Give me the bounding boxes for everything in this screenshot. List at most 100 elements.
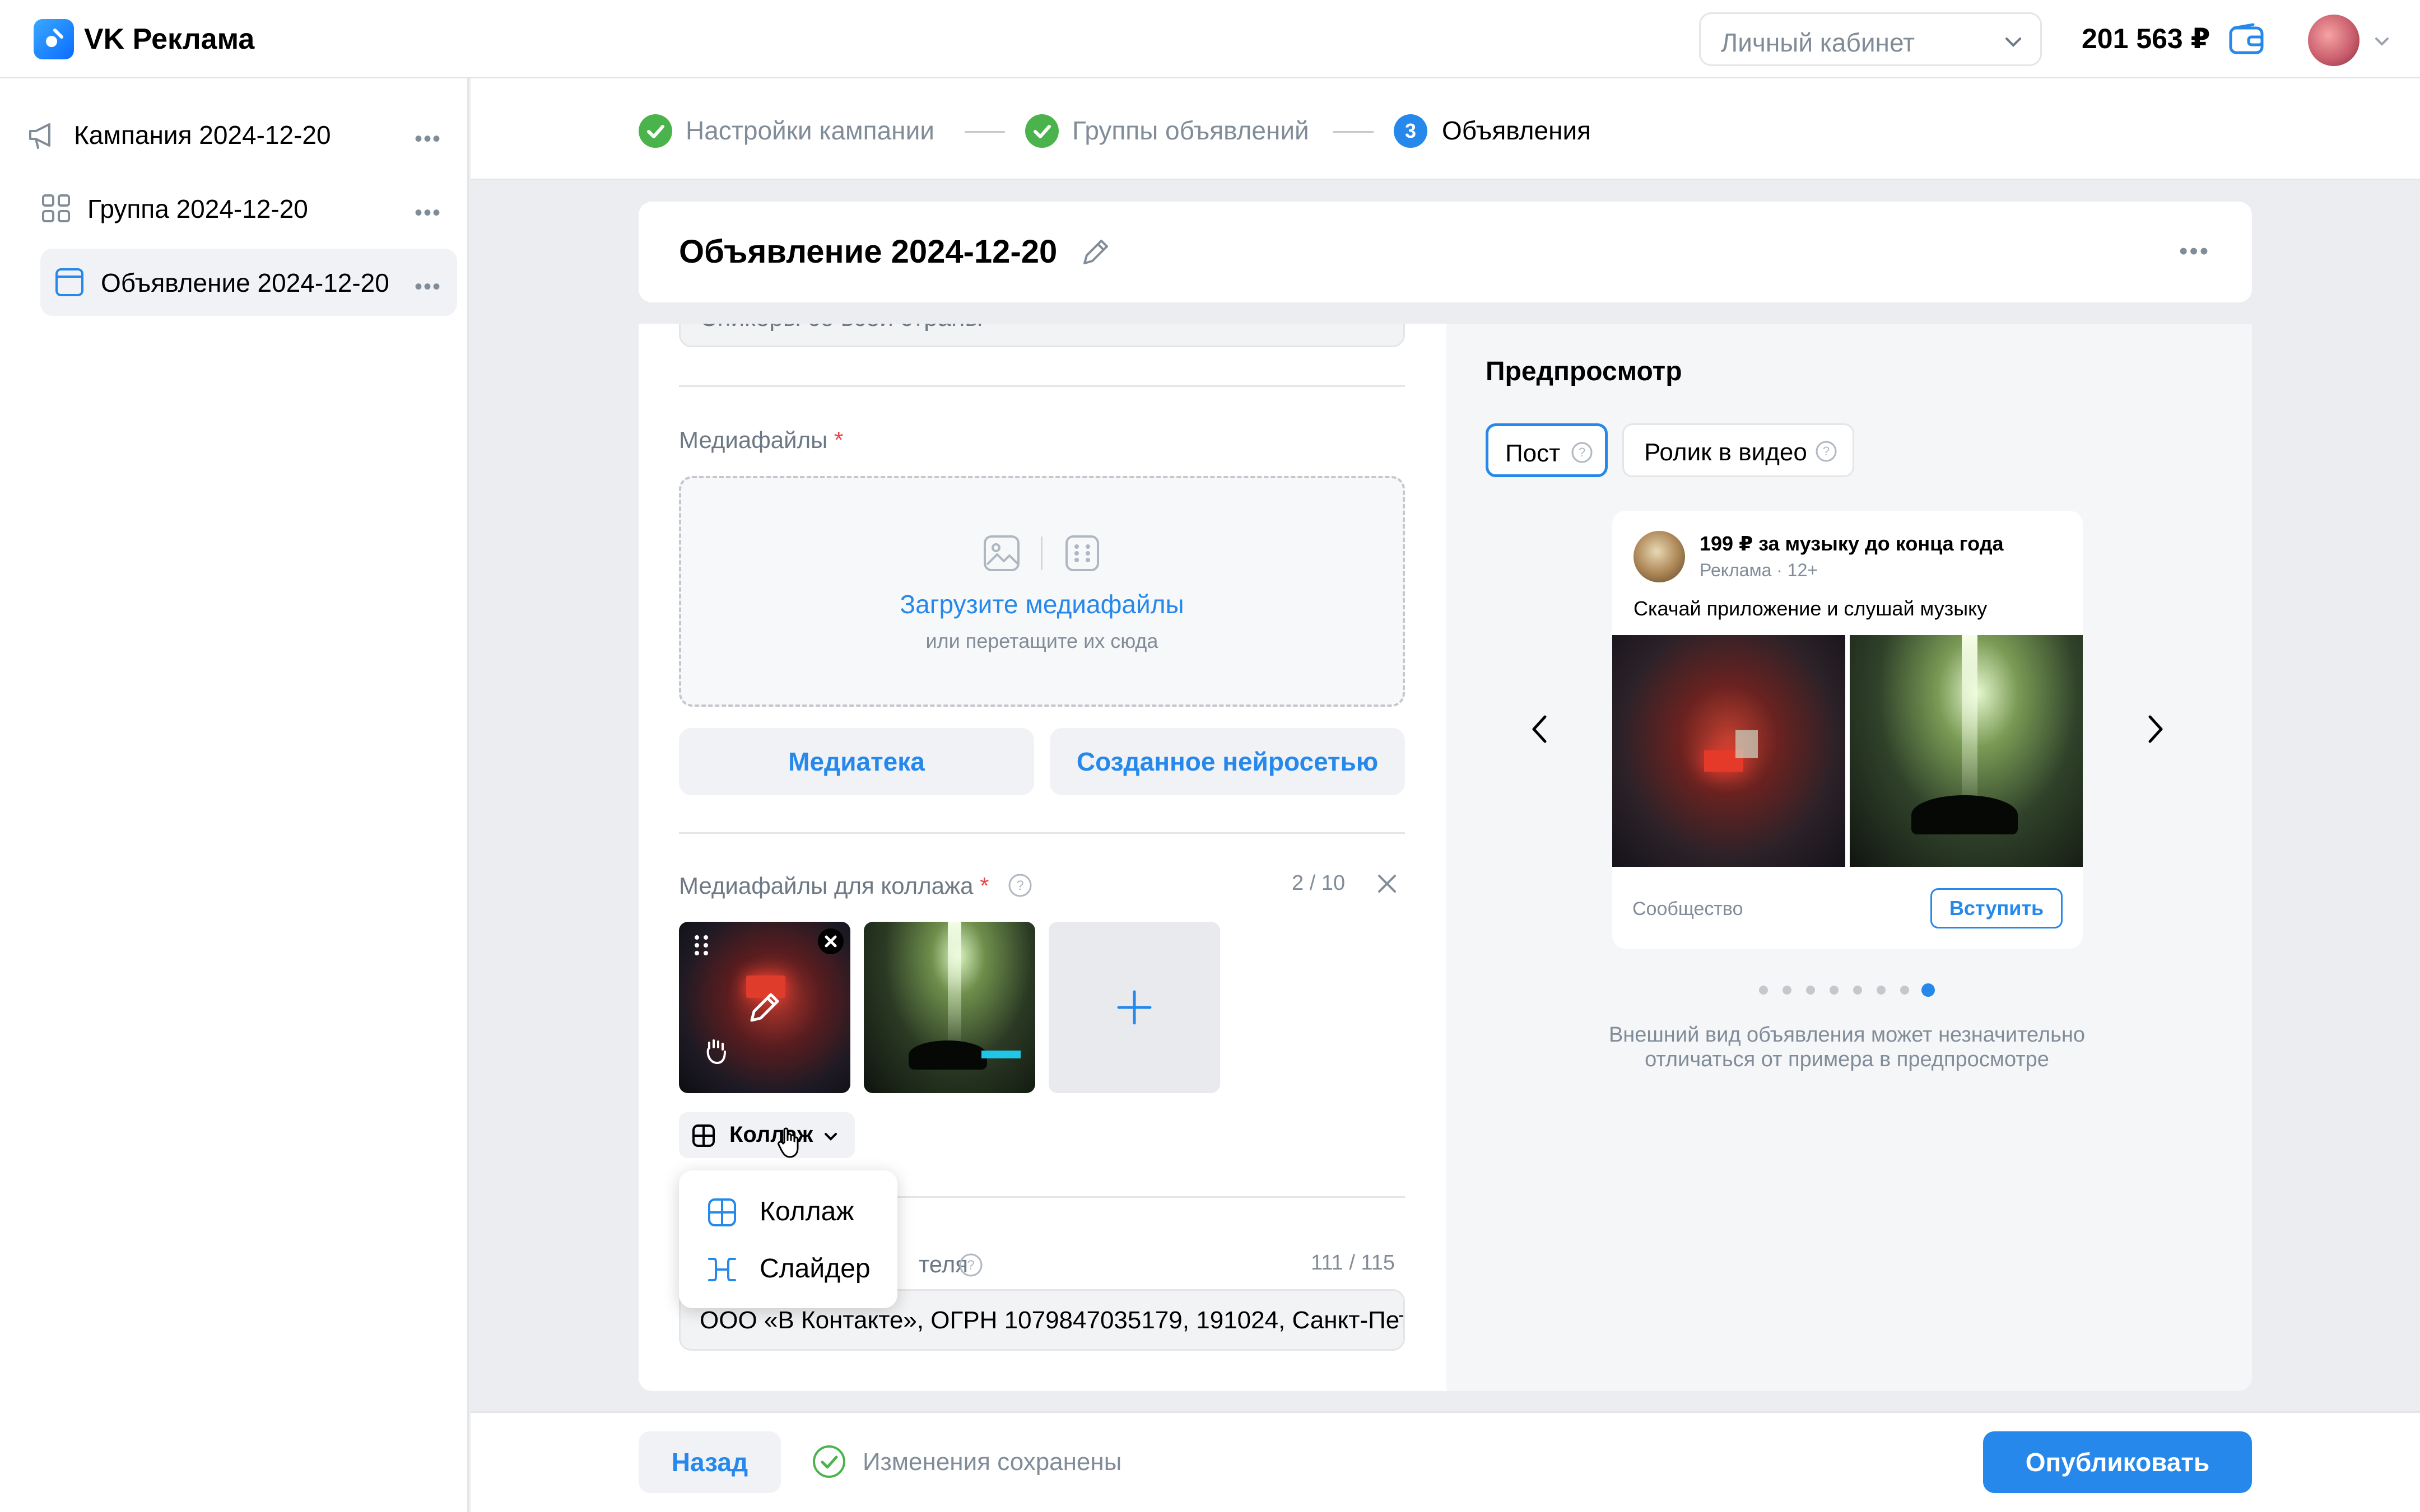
- cut-off-text: Спикеры со всей страны: [700, 324, 983, 332]
- more-icon[interactable]: •••: [2179, 237, 2210, 265]
- sidebar-item-label: Объявление 2024-12-20: [101, 268, 389, 297]
- post-meta: Реклама · 12+: [1700, 560, 1818, 580]
- slider-icon: [708, 1258, 736, 1281]
- format-dropdown: Коллаж Слайдер: [679, 1170, 897, 1308]
- remove-thumbnail-button[interactable]: [818, 928, 844, 954]
- cut-off-text-field[interactable]: Спикеры со всей страны: [679, 324, 1405, 347]
- brand-name[interactable]: VK Реклама: [84, 22, 254, 56]
- community-avatar: [1634, 531, 1685, 582]
- hand-cursor-icon: [706, 1039, 726, 1065]
- top-bar: [0, 0, 2420, 78]
- help-icon: ?: [1816, 441, 1837, 462]
- advertiser-counter: 111 / 115: [1311, 1251, 1395, 1275]
- add-media-tile[interactable]: [1049, 922, 1220, 1093]
- pager-dot[interactable]: [1759, 986, 1768, 995]
- close-icon[interactable]: [1375, 871, 1399, 896]
- pager-dot[interactable]: [1830, 986, 1839, 995]
- icon-separator: [1041, 536, 1043, 570]
- step-number-badge: 3: [1394, 114, 1427, 148]
- pager-dot[interactable]: [1783, 986, 1791, 995]
- pager-dot[interactable]: [1853, 986, 1862, 995]
- advertiser-input-value: ООО «В Контакте», ОГРН 1079847035179, 19…: [700, 1306, 1403, 1334]
- pager-dot[interactable]: [1921, 983, 1935, 997]
- neon-strip: [981, 1051, 1021, 1058]
- check-icon: [639, 114, 672, 148]
- window-light: [1735, 730, 1758, 758]
- silhouette: [1911, 795, 2018, 834]
- step-campaign-settings[interactable]: Настройки кампании: [686, 115, 934, 146]
- dropdown-option-collage[interactable]: Коллаж: [679, 1182, 897, 1240]
- dropdown-option-label: Слайдер: [760, 1254, 871, 1284]
- check-icon: [1025, 114, 1059, 148]
- image-icon: [984, 535, 1020, 571]
- pager-dot[interactable]: [1806, 986, 1815, 995]
- divider: [679, 385, 1405, 387]
- close-icon: [825, 935, 837, 948]
- format-select-button[interactable]: Коллаж: [679, 1112, 855, 1158]
- pager-dot[interactable]: [1877, 986, 1886, 995]
- post-text: Скачай приложение и слушай музыку: [1634, 597, 1988, 620]
- pencil-icon[interactable]: [1079, 235, 1113, 269]
- sidebar-item-ad[interactable]: Объявление 2024-12-20 •••: [0, 249, 469, 316]
- collage-icon: [708, 1198, 736, 1226]
- step-connector: [965, 131, 1005, 133]
- collage-thumbnail[interactable]: [679, 922, 850, 1093]
- svg-text:?: ?: [1823, 444, 1830, 458]
- dropdown-option-slider[interactable]: Слайдер: [679, 1239, 897, 1297]
- svg-text:?: ?: [1579, 445, 1585, 459]
- step-ad-groups[interactable]: Группы объявлений: [1072, 115, 1309, 146]
- preview-note-line: Внешний вид объявления может незначитель…: [1608, 1023, 2086, 1047]
- tab-label: Ролик в видео: [1644, 438, 1807, 466]
- grid-icon: [42, 194, 70, 222]
- more-icon[interactable]: •••: [415, 200, 441, 226]
- dice-icon: [1065, 535, 1099, 571]
- collage-icon: [692, 1124, 715, 1147]
- account-select[interactable]: Личный кабинет: [1699, 12, 2042, 66]
- publish-button[interactable]: Опубликовать: [1983, 1431, 2252, 1493]
- chevron-down-icon[interactable]: [2373, 32, 2391, 50]
- preview-note-line: отличаться от примера в предпросмотре: [1645, 1048, 2049, 1071]
- saved-status: Изменения сохранены: [863, 1448, 1122, 1476]
- divider: [679, 832, 1405, 834]
- media-label: Медиафайлы *: [679, 427, 843, 454]
- step-ads[interactable]: Объявления: [1442, 115, 1591, 146]
- sidebar-item-campaign[interactable]: Кампания 2024-12-20 •••: [0, 101, 469, 168]
- collage-thumbnail[interactable]: [864, 922, 1035, 1093]
- tab-post[interactable]: Пост ?: [1486, 423, 1608, 477]
- pager-dot[interactable]: [1900, 986, 1909, 995]
- upload-media-link[interactable]: Загрузите медиафайлы: [679, 589, 1405, 619]
- plus-icon: [1117, 990, 1152, 1025]
- chevron-right-icon[interactable]: [2143, 711, 2168, 747]
- tab-video[interactable]: Ролик в видео ?: [1622, 423, 1854, 477]
- svg-text:?: ?: [967, 1258, 974, 1273]
- pointer-cursor-icon: [778, 1127, 799, 1158]
- sidebar-item-label: Кампания 2024-12-20: [74, 120, 331, 150]
- help-icon[interactable]: ?: [1007, 872, 1033, 898]
- user-avatar[interactable]: [2308, 15, 2360, 66]
- collage-media-label-text: Медиафайлы для коллажа: [679, 872, 974, 899]
- drag-handle-icon[interactable]: [692, 933, 710, 958]
- light-beam: [948, 922, 961, 1051]
- back-button[interactable]: Назад: [639, 1431, 781, 1493]
- more-icon[interactable]: •••: [415, 274, 441, 300]
- help-icon[interactable]: ?: [958, 1252, 984, 1278]
- sidebar-item-group[interactable]: Группа 2024-12-20 •••: [0, 175, 469, 242]
- post-community-label: Сообщество: [1632, 898, 1743, 920]
- post-image: [1850, 635, 2083, 867]
- join-button[interactable]: Вступить: [1930, 888, 2063, 928]
- ai-generated-button[interactable]: Созданное нейросетью: [1050, 728, 1405, 795]
- media-library-button[interactable]: Медиатека: [679, 728, 1034, 795]
- post-image: [1612, 635, 1845, 867]
- sidebar-item-label: Группа 2024-12-20: [87, 194, 308, 223]
- vk-ads-logo-icon[interactable]: [34, 19, 74, 59]
- collage-counter: 2 / 10: [1292, 871, 1346, 895]
- edit-pencil-icon[interactable]: [746, 989, 783, 1026]
- more-icon[interactable]: •••: [415, 127, 441, 152]
- chevron-left-icon[interactable]: [1527, 711, 1552, 747]
- svg-text:?: ?: [1016, 878, 1023, 893]
- step-connector: [1333, 131, 1374, 133]
- help-icon: ?: [1571, 442, 1593, 463]
- balance[interactable]: 201 563 ₽: [2082, 22, 2210, 55]
- preview-title: Предпросмотр: [1486, 357, 1682, 386]
- wallet-icon[interactable]: [2228, 22, 2264, 56]
